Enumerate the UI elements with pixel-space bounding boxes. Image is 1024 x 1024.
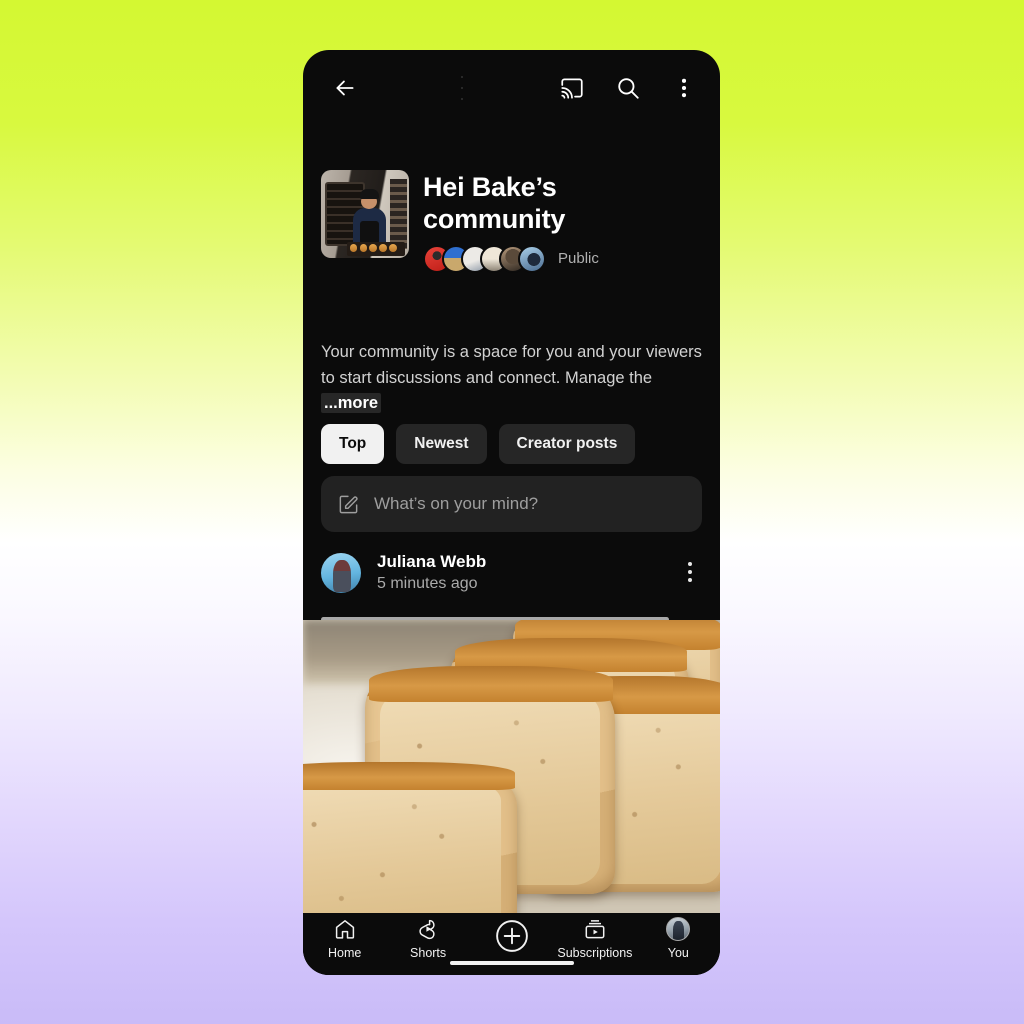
community-header-info: Hei Bake’s community Public: [423, 170, 702, 273]
nav-label-subscriptions: Subscriptions: [557, 946, 633, 960]
community-description[interactable]: Your community is a space for you and yo…: [303, 340, 720, 417]
community-header: Hei Bake’s community Public: [303, 170, 720, 273]
cast-icon: [561, 78, 583, 99]
post-media-image[interactable]: [303, 620, 720, 913]
post-header: Juliana Webb 5 minutes ago: [321, 552, 702, 593]
member-avatar-6: [518, 244, 546, 273]
thumbnail-bread-tray: [347, 242, 406, 257]
post-author-name: Juliana Webb: [377, 552, 487, 571]
chip-top[interactable]: Top: [321, 424, 385, 464]
post-timestamp: 5 minutes ago: [377, 575, 478, 592]
nav-item-home[interactable]: Home: [303, 917, 386, 960]
chip-creator-posts[interactable]: Creator posts: [498, 424, 636, 464]
chip-newest[interactable]: Newest: [396, 424, 487, 464]
show-more-button[interactable]: ...more: [321, 393, 382, 414]
nav-label-shorts: Shorts: [410, 946, 447, 960]
bread-crust-1: [303, 762, 515, 790]
page-title: Hei Bake’s community: [423, 172, 566, 234]
nav-item-subscriptions[interactable]: Subscriptions: [553, 917, 636, 960]
filter-chip-bar: Top Newest Creator posts: [303, 424, 720, 464]
post-composer[interactable]: What’s on your mind?: [321, 476, 702, 532]
back-button[interactable]: [323, 66, 367, 110]
thumbnail-bread-rack: [389, 178, 408, 250]
thumbnail-baker-apron: [359, 221, 380, 244]
avatar-figure: [333, 559, 352, 593]
create-plus-icon: [495, 920, 528, 952]
visibility-label: Public: [558, 250, 599, 268]
post-overflow-button[interactable]: [676, 558, 704, 586]
account-avatar-icon: [666, 917, 691, 941]
thumbnail-baker-cap: [359, 189, 380, 200]
subscriptions-icon: [585, 920, 605, 939]
app-bar: [303, 50, 720, 132]
nav-label-home: Home: [328, 946, 362, 960]
more-vertical-icon: [681, 78, 687, 98]
community-thumbnail[interactable]: [321, 170, 409, 258]
home-icon: [335, 920, 354, 939]
status-dots-artifact: [458, 76, 466, 100]
search-button[interactable]: [606, 66, 650, 110]
search-icon: [618, 78, 639, 99]
phone-frame: Hei Bake’s community Public Your communi…: [303, 50, 720, 975]
bottom-navigation: Home Shorts Subscriptions You: [303, 913, 720, 975]
app-bar-actions: [550, 66, 706, 110]
overflow-menu-button[interactable]: [662, 66, 706, 110]
back-arrow-icon: [336, 80, 354, 96]
member-avatar-stack[interactable]: [423, 244, 546, 273]
composer-placeholder: What’s on your mind?: [374, 494, 539, 513]
description-text: Your community is a space for you and yo…: [321, 343, 702, 387]
nav-item-create[interactable]: [470, 917, 553, 960]
gesture-home-indicator[interactable]: [449, 961, 574, 965]
cast-button[interactable]: [550, 66, 594, 110]
compose-pencil-icon: [339, 495, 358, 513]
account-avatar-figure: [673, 921, 684, 940]
nav-label-you: You: [667, 946, 689, 960]
bread-crust-2: [369, 666, 613, 702]
nav-item-you[interactable]: You: [637, 917, 720, 960]
nav-item-shorts[interactable]: Shorts: [386, 917, 469, 960]
post-author-avatar[interactable]: [321, 552, 361, 593]
post-author-block: Juliana Webb 5 minutes ago: [377, 552, 486, 593]
shorts-icon: [419, 919, 435, 940]
community-subheader: Public: [423, 244, 702, 273]
